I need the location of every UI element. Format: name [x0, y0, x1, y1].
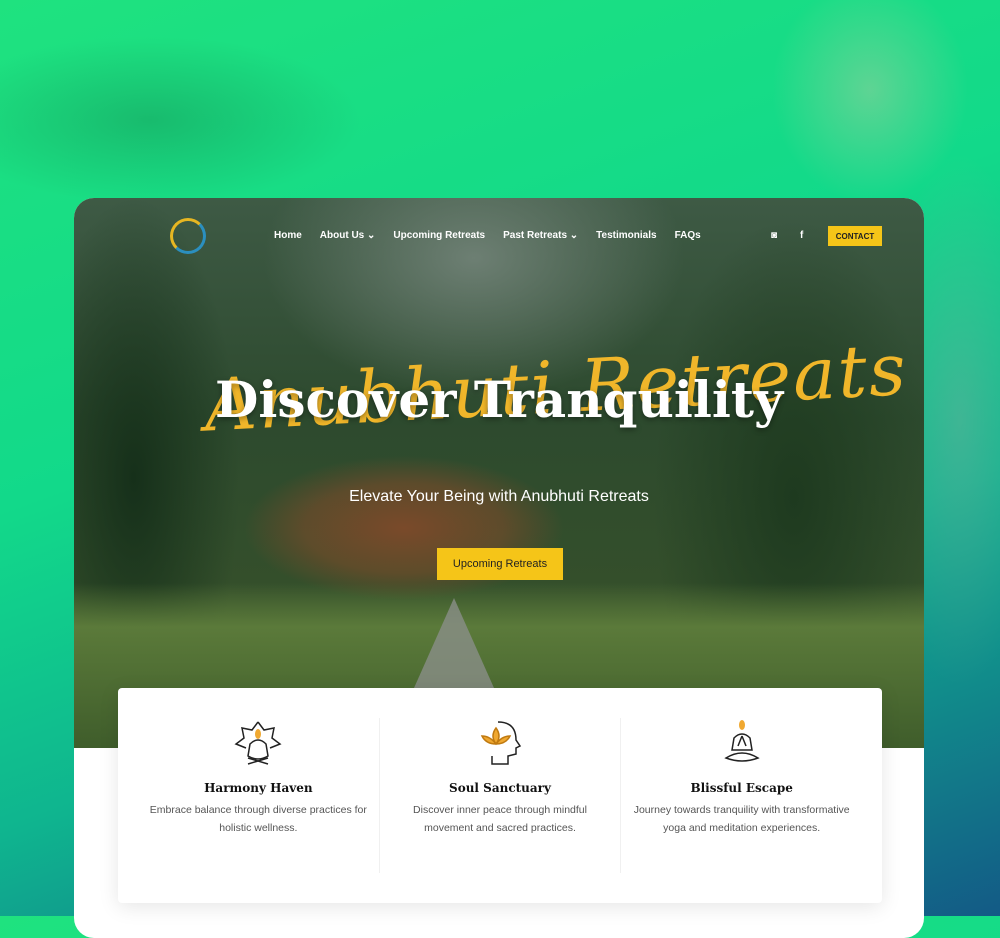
website-preview: Home About Us ⌄ Upcoming Retreats Past R… — [74, 198, 924, 938]
feature-card: Soul Sanctuary Discover inner peace thro… — [380, 718, 622, 873]
hero-subtitle: Elevate Your Being with Anubhuti Retreat… — [349, 488, 649, 505]
upcoming-retreats-button[interactable]: Upcoming Retreats — [437, 548, 563, 580]
lotus-head-icon — [480, 721, 522, 765]
facebook-icon[interactable]: f — [800, 230, 803, 241]
hero-section: Home About Us ⌄ Upcoming Retreats Past R… — [74, 198, 924, 748]
feature-text: Discover inner peace through mindful mov… — [413, 804, 587, 834]
nav-past[interactable]: Past Retreats ⌄ — [503, 230, 578, 241]
feature-card: Harmony Haven Embrace balance through di… — [138, 718, 380, 873]
nav-about[interactable]: About Us ⌄ — [320, 230, 376, 241]
feature-title: Soul Sanctuary — [449, 781, 551, 795]
feature-text: Journey towards tranquility with transfo… — [633, 804, 850, 834]
features-box: Harmony Haven Embrace balance through di… — [118, 688, 882, 903]
main-nav: Home About Us ⌄ Upcoming Retreats Past R… — [274, 230, 701, 241]
hero-title: Discover Tranquility — [214, 370, 784, 429]
nav-home[interactable]: Home — [274, 230, 302, 241]
feature-title: Blissful Escape — [690, 781, 793, 795]
feature-title: Harmony Haven — [204, 781, 313, 795]
nav-faqs[interactable]: FAQs — [675, 230, 701, 241]
stone-path — [414, 598, 494, 688]
nav-testimonials[interactable]: Testimonials — [596, 230, 656, 241]
feature-card: Blissful Escape Journey towards tranquil… — [621, 718, 862, 873]
logo-icon[interactable] — [170, 218, 206, 254]
feature-text: Embrace balance through diverse practice… — [149, 804, 367, 834]
instagram-icon[interactable]: ◙ — [771, 230, 777, 241]
nav-upcoming[interactable]: Upcoming Retreats — [393, 230, 485, 241]
contact-button[interactable]: CONTACT — [828, 226, 882, 246]
meditating-person-icon — [723, 720, 760, 762]
lotus-meditation-icon — [234, 721, 282, 765]
